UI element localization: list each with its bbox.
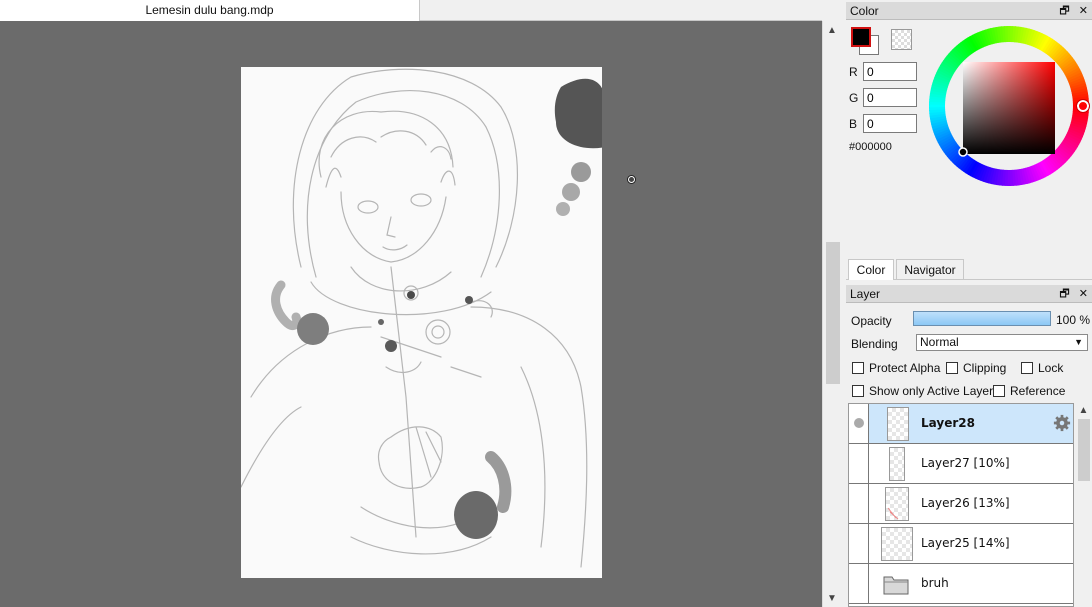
float-window-icon[interactable]: 🗗 xyxy=(1059,5,1069,17)
protect-alpha-checkbox[interactable]: Protect Alpha xyxy=(852,361,940,375)
brush-cursor xyxy=(628,176,635,183)
scroll-thumb[interactable] xyxy=(826,242,840,384)
layer-thumbnail xyxy=(887,407,909,441)
color-wheel[interactable] xyxy=(926,23,1092,189)
layer-thumbnail xyxy=(889,447,905,481)
hex-value: #000000 xyxy=(849,141,892,153)
panel-tab-bar: Color Navigator xyxy=(846,257,1092,280)
opacity-value: 100 % xyxy=(1056,313,1091,327)
red-input[interactable] xyxy=(863,62,917,81)
blending-select[interactable]: Normal ▼ xyxy=(916,334,1088,351)
layer-row[interactable]: Layer28 xyxy=(849,404,1073,444)
lock-checkbox[interactable]: Lock xyxy=(1021,361,1063,375)
document-tab-bar: Lemesin dulu bang.mdp xyxy=(0,0,822,21)
layer-visibility-toggle[interactable] xyxy=(849,444,869,483)
layer-row[interactable]: Layer26 [13%] xyxy=(849,484,1073,524)
color-panel: R G B #000000 xyxy=(846,21,1092,255)
green-label: G xyxy=(849,91,859,105)
clipping-checkbox[interactable]: Clipping xyxy=(946,361,1006,375)
opacity-slider[interactable] xyxy=(913,311,1051,326)
visibility-dot-icon xyxy=(854,418,864,428)
layer-name: Layer25 [14%] xyxy=(921,536,1010,550)
canvas-area[interactable] xyxy=(0,21,822,607)
layer-name: Layer26 [13%] xyxy=(921,496,1010,510)
layer-row[interactable]: bruh xyxy=(849,564,1073,604)
layer-panel: Opacity 100 % Blending Normal ▼ Protect … xyxy=(846,304,1092,607)
blending-value: Normal xyxy=(920,335,959,349)
color-panel-header: Color 🗗 ✕ xyxy=(846,2,1092,20)
chevron-down-icon: ▼ xyxy=(1074,337,1083,347)
color-panel-title: Color xyxy=(850,4,879,18)
layer-visibility-toggle[interactable] xyxy=(849,484,869,523)
folder-icon xyxy=(883,576,909,595)
layer-visibility-toggle[interactable] xyxy=(849,404,869,443)
layer-list-scrollbar[interactable]: ▲ xyxy=(1075,403,1092,607)
close-icon[interactable]: ✕ xyxy=(1079,288,1088,300)
foreground-color-swatch[interactable] xyxy=(851,27,871,47)
transparent-color-swatch[interactable] xyxy=(891,29,912,50)
drawing-canvas[interactable] xyxy=(241,67,602,578)
layer-list: Layer28 Layer27 [10%] Layer26 [13%] Laye… xyxy=(848,403,1074,607)
layer-row[interactable]: Layer25 [14%] xyxy=(849,524,1073,564)
layer-visibility-toggle[interactable] xyxy=(849,564,869,603)
tab-color[interactable]: Color xyxy=(848,259,894,280)
red-label: R xyxy=(849,65,858,79)
close-icon[interactable]: ✕ xyxy=(1079,5,1088,17)
scroll-up-icon[interactable]: ▲ xyxy=(823,23,841,39)
canvas-vertical-scrollbar[interactable]: ▲ ▼ xyxy=(822,21,840,607)
reference-checkbox[interactable]: Reference xyxy=(993,384,1065,398)
layer-visibility-toggle[interactable] xyxy=(849,524,869,563)
scroll-down-icon[interactable]: ▼ xyxy=(823,591,841,607)
opacity-label: Opacity xyxy=(851,314,892,328)
float-window-icon[interactable]: 🗗 xyxy=(1059,288,1069,300)
sv-marker[interactable] xyxy=(958,147,968,157)
blue-input[interactable] xyxy=(863,114,917,133)
layer-panel-header: Layer 🗗 ✕ xyxy=(846,285,1092,303)
gear-icon[interactable] xyxy=(1053,414,1071,432)
green-input[interactable] xyxy=(863,88,917,107)
layer-name: Layer27 [10%] xyxy=(921,456,1010,470)
layer-name: Layer28 xyxy=(921,416,975,430)
document-tab[interactable]: Lemesin dulu bang.mdp xyxy=(0,0,420,21)
layer-row[interactable]: Layer27 [10%] xyxy=(849,444,1073,484)
show-only-active-layer-checkbox[interactable]: Show only Active Layer xyxy=(852,384,993,398)
layer-name: bruh xyxy=(921,576,949,590)
layer-thumbnail xyxy=(881,527,913,561)
layer-panel-title: Layer xyxy=(850,287,881,301)
blending-label: Blending xyxy=(851,337,898,351)
scroll-thumb[interactable] xyxy=(1078,419,1090,481)
scroll-up-icon[interactable]: ▲ xyxy=(1075,405,1092,416)
layer-thumbnail xyxy=(885,487,909,521)
tab-navigator[interactable]: Navigator xyxy=(896,259,964,280)
blue-label: B xyxy=(849,117,858,131)
sketch-artwork xyxy=(241,68,602,568)
